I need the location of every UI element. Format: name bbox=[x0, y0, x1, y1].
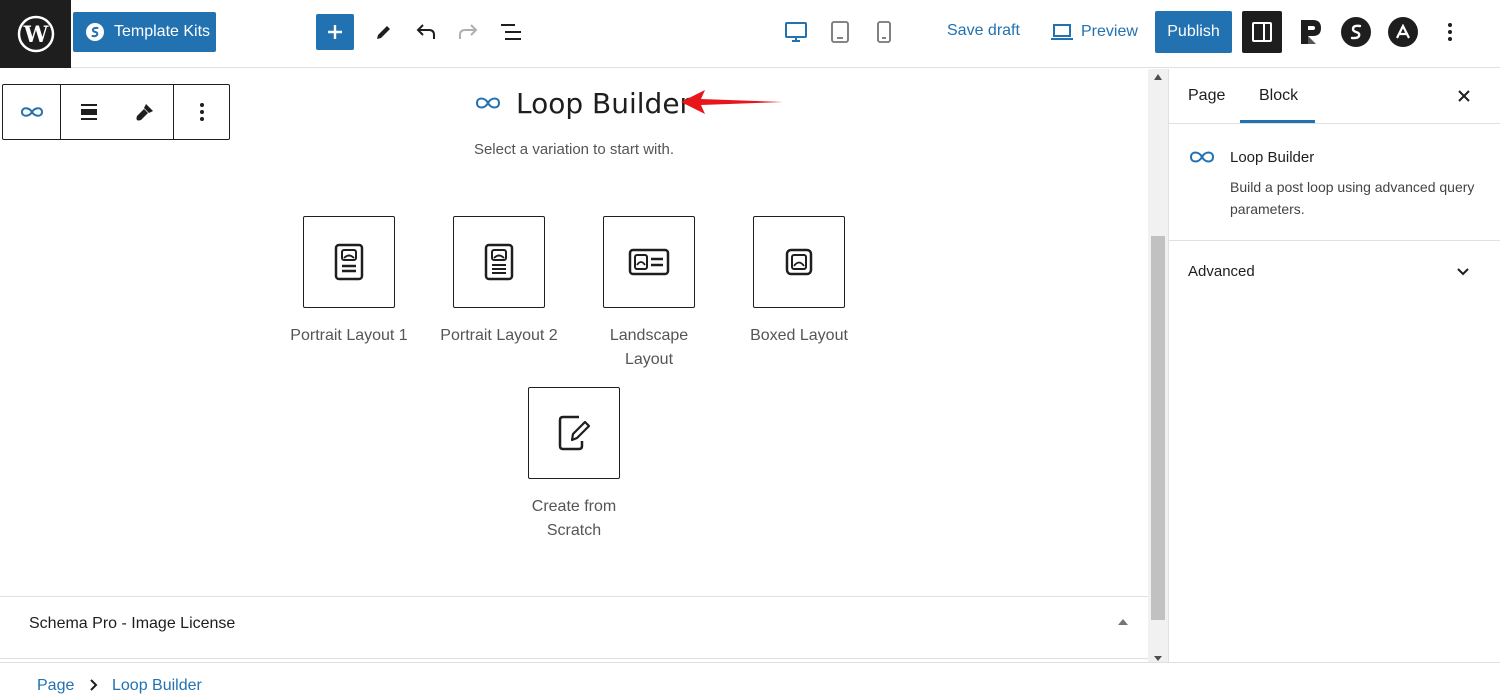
variation-button[interactable] bbox=[528, 387, 620, 479]
placeholder-subtitle-text: Select a variation to start with. bbox=[473, 141, 675, 158]
svg-text:W: W bbox=[22, 22, 48, 48]
breadcrumb-item-page[interactable]: Page bbox=[37, 677, 74, 695]
brush-icon bbox=[136, 104, 153, 121]
portrait-layout-icon bbox=[484, 243, 514, 281]
loop-builder-title: Loop Builder bbox=[516, 86, 692, 120]
document-overview-button[interactable] bbox=[496, 18, 526, 46]
caret-up-icon[interactable] bbox=[1116, 617, 1130, 627]
red-arrow-annotation-icon bbox=[681, 90, 783, 114]
breadcrumb-item-loop-builder[interactable]: Loop Builder bbox=[112, 677, 202, 695]
tab-page[interactable]: Page bbox=[1188, 87, 1225, 105]
block-card: Loop Builder Build a post loop using adv… bbox=[1169, 124, 1500, 241]
spectra-logo-icon bbox=[86, 23, 104, 41]
desktop-preview-button[interactable] bbox=[782, 18, 810, 46]
active-tab-indicator bbox=[1240, 120, 1315, 123]
infinity-icon bbox=[1189, 151, 1215, 163]
settings-sidebar-button[interactable] bbox=[1242, 11, 1282, 53]
landscape-layout-icon bbox=[628, 248, 670, 276]
preview-label: Preview bbox=[1081, 23, 1138, 40]
more-vertical-icon bbox=[1448, 23, 1452, 41]
settings-sidebar: Page Block Loop Builder Build a post loo… bbox=[1168, 69, 1500, 662]
template-kits-label: Template Kits bbox=[114, 23, 211, 40]
undo-button[interactable] bbox=[412, 18, 440, 46]
variation-button[interactable] bbox=[303, 216, 395, 308]
variation-landscape-layout[interactable]: Landscape Layout bbox=[574, 216, 724, 372]
variation-label: Portrait Layout 2 bbox=[440, 327, 558, 344]
editor-top-toolbar: W Template Kits Save draft Preview Publi… bbox=[0, 0, 1500, 68]
list-view-icon bbox=[501, 24, 521, 40]
styles-button[interactable] bbox=[117, 85, 174, 139]
tab-block[interactable]: Block bbox=[1259, 87, 1298, 105]
template-kits-button[interactable]: Template Kits bbox=[73, 12, 216, 52]
close-icon[interactable] bbox=[1455, 87, 1473, 105]
variation-label: Portrait Layout 1 bbox=[290, 327, 408, 344]
chevron-down-icon bbox=[1457, 268, 1469, 276]
edit-icon bbox=[558, 415, 591, 451]
pencil-icon bbox=[377, 26, 390, 39]
undo-icon bbox=[416, 24, 435, 39]
meta-box-title[interactable]: Schema Pro - Image License bbox=[29, 615, 235, 633]
block-toolbar bbox=[2, 84, 230, 140]
infinity-icon bbox=[475, 97, 501, 109]
align-icon bbox=[81, 104, 97, 120]
tablet-preview-button[interactable] bbox=[826, 18, 854, 46]
align-button[interactable] bbox=[61, 85, 117, 139]
wordpress-logo-icon[interactable]: W bbox=[0, 0, 71, 68]
spectra-plugin-button[interactable] bbox=[1341, 17, 1371, 47]
variation-button[interactable] bbox=[603, 216, 695, 308]
save-draft-button[interactable]: Save draft bbox=[947, 22, 1020, 40]
sidebar-tabs: Page Block bbox=[1169, 69, 1500, 124]
block-placeholder-title: Loop Builder bbox=[474, 85, 691, 121]
block-options-button[interactable] bbox=[174, 85, 229, 139]
redo-icon bbox=[459, 24, 478, 39]
block-card-title: Loop Builder bbox=[1230, 149, 1315, 166]
block-type-button[interactable] bbox=[3, 85, 61, 139]
mobile-icon bbox=[877, 21, 891, 43]
variation-button[interactable] bbox=[453, 216, 545, 308]
variation-button[interactable] bbox=[753, 216, 845, 308]
sidebar-toggle-icon bbox=[1252, 22, 1272, 42]
chevron-right-icon bbox=[90, 679, 98, 691]
mobile-preview-button[interactable] bbox=[870, 18, 898, 46]
advanced-panel-title: Advanced bbox=[1188, 263, 1255, 280]
placeholder-subtitle: Select a variation to start with. bbox=[0, 141, 1148, 158]
publish-button[interactable]: Publish bbox=[1155, 11, 1232, 53]
astra-icon bbox=[1388, 17, 1418, 47]
variation-create-from-scratch[interactable]: Create from Scratch bbox=[499, 387, 649, 543]
variation-portrait-layout-2[interactable]: Portrait Layout 2 bbox=[424, 216, 574, 348]
divider bbox=[0, 658, 1148, 659]
astra-plugin-button[interactable] bbox=[1388, 17, 1418, 47]
variation-label: Create from Scratch bbox=[531, 498, 617, 539]
redo-button[interactable] bbox=[454, 18, 482, 46]
more-vertical-icon bbox=[199, 103, 204, 121]
tablet-icon bbox=[831, 21, 849, 43]
variation-boxed-layout[interactable]: Boxed Layout bbox=[724, 216, 874, 348]
brand-p-icon bbox=[1301, 20, 1321, 44]
breadcrumb: Page Loop Builder bbox=[0, 662, 1500, 700]
variation-portrait-layout-1[interactable]: Portrait Layout 1 bbox=[274, 216, 424, 348]
meta-box-panel: Schema Pro - Image License bbox=[0, 596, 1148, 658]
advanced-panel-toggle[interactable]: Advanced bbox=[1169, 241, 1500, 299]
variation-label: Boxed Layout bbox=[750, 327, 848, 344]
scroll-up-arrow-icon[interactable] bbox=[1152, 72, 1164, 82]
scrollbar-thumb[interactable] bbox=[1151, 236, 1165, 620]
boxed-layout-icon bbox=[785, 248, 813, 276]
desktop-icon bbox=[785, 22, 807, 42]
laptop-icon bbox=[1051, 24, 1073, 40]
portrait-layout-icon bbox=[334, 243, 364, 281]
variation-label: Landscape Layout bbox=[609, 327, 689, 368]
spectra-icon bbox=[1341, 17, 1371, 47]
block-card-description: Build a post loop using advanced query p… bbox=[1230, 179, 1475, 217]
add-block-button[interactable] bbox=[316, 14, 354, 50]
options-menu-button[interactable] bbox=[1438, 18, 1462, 46]
editor-canvas: Loop Builder Select a variation to start… bbox=[0, 69, 1148, 596]
preview-button[interactable]: Preview bbox=[1050, 18, 1138, 46]
plugin-p-button[interactable] bbox=[1295, 16, 1327, 48]
plus-icon bbox=[328, 25, 342, 39]
tools-button[interactable] bbox=[370, 18, 398, 46]
infinity-icon bbox=[20, 107, 43, 117]
